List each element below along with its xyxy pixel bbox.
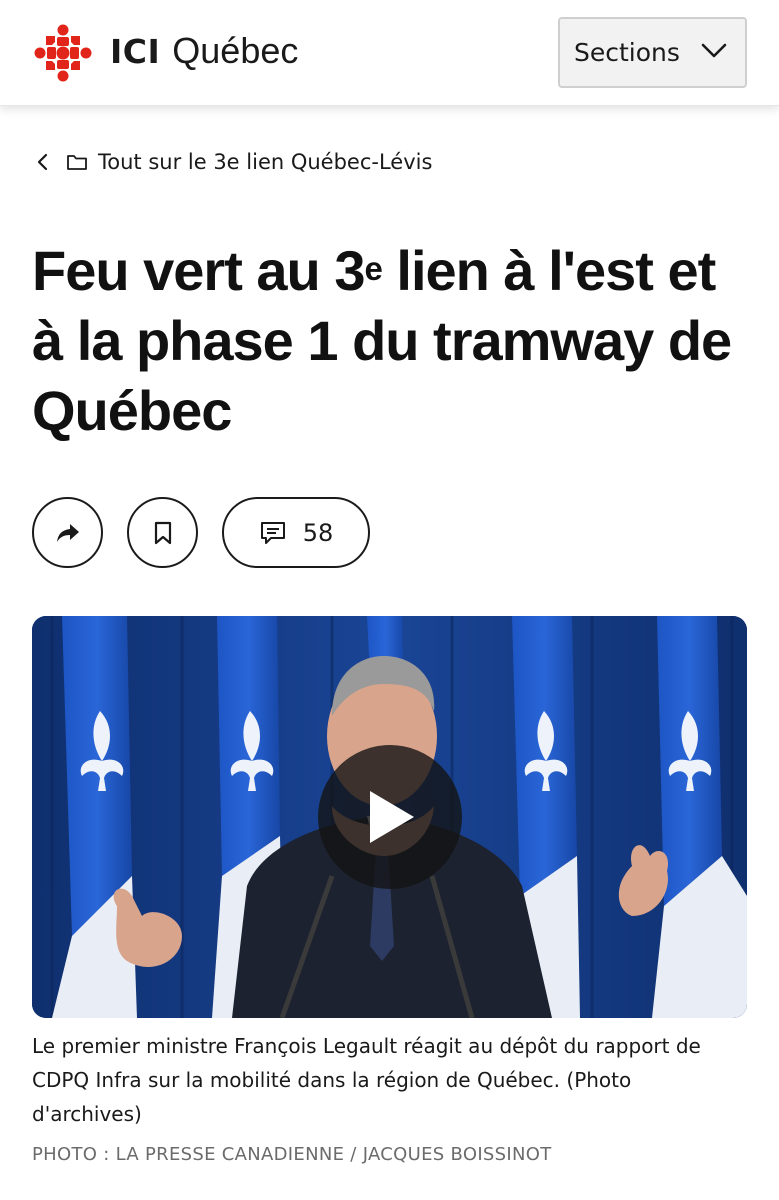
bookmark-button[interactable] (127, 497, 198, 568)
chevron-left-icon (37, 153, 48, 171)
brand-region: Québec (172, 30, 299, 71)
site-header: ICI Québec Sections (0, 0, 779, 106)
comment-icon (260, 521, 285, 544)
sections-menu-button[interactable]: Sections (558, 17, 747, 88)
sections-label: Sections (574, 38, 680, 67)
breadcrumb[interactable]: Tout sur le 3e lien Québec-Lévis (34, 146, 432, 178)
share-arrow-icon (56, 523, 79, 542)
play-icon (370, 791, 414, 843)
comments-count: 58 (302, 518, 334, 547)
title-part-1: Feu vert au 3 (32, 239, 365, 302)
article-title: Feu vert au 3e lien à l'est et à la phas… (32, 236, 752, 446)
radio-canada-logo[interactable] (34, 24, 92, 82)
title-superscript: e (364, 250, 382, 287)
brand-short: ICI (110, 32, 161, 71)
photo-credit: PHOTO : LA PRESSE CANADIENNE / JACQUES B… (32, 1144, 552, 1165)
breadcrumb-label: Tout sur le 3e lien Québec-Lévis (98, 150, 433, 174)
share-button[interactable] (32, 497, 103, 568)
folder-icon (67, 155, 87, 170)
play-video-button[interactable] (318, 745, 462, 889)
bookmark-icon (154, 521, 171, 544)
chevron-down-icon (701, 43, 727, 58)
comments-button[interactable]: 58 (222, 497, 370, 568)
brand-name[interactable]: ICI Québec (110, 30, 298, 74)
photo-caption: Le premier ministre François Legault réa… (32, 1034, 701, 1126)
